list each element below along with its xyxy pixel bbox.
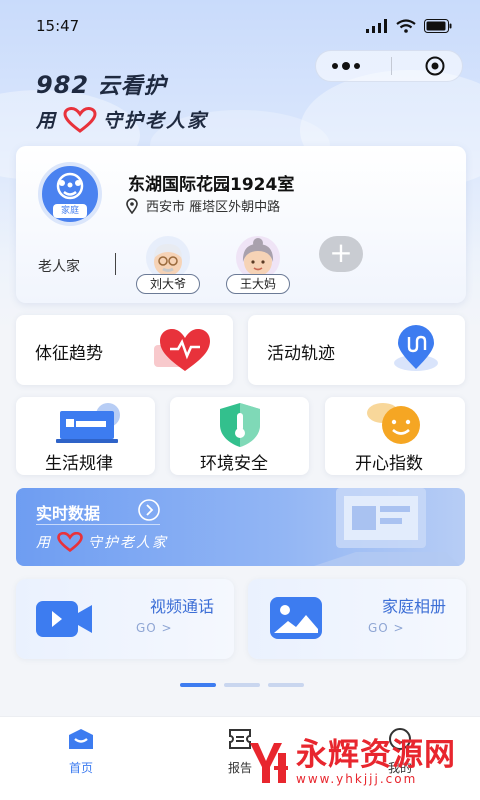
close-target-icon[interactable] [424,55,446,77]
home-title: 东湖国际花园1924室 [128,175,295,195]
video-camera-icon [36,601,92,637]
environment-safety-card[interactable]: 环境安全 [170,397,309,475]
realtime-data-banner[interactable]: 实时数据 用 守护老人家 [16,488,465,566]
heart-outline-icon [63,106,97,133]
arrow-right-circle-icon[interactable] [137,498,161,522]
elder-name: 王大妈 [226,274,290,294]
brand-slogan: 用 守护老人家 [36,106,208,133]
video-call-go[interactable]: GO > [136,621,173,635]
tab-home-label: 首页 [68,761,93,775]
video-call-title: 视频通话 [149,597,214,616]
heart-pulse-icon [154,329,210,371]
pager-indicator [180,683,304,687]
pager-dot[interactable] [180,683,216,687]
monitor-illustration-icon [314,488,460,566]
vitals-trend-label: 体征趋势 [35,344,103,364]
wifi-icon [396,19,416,33]
video-call-card[interactable]: 视频通话 GO > [16,579,234,659]
life-pattern-label: 生活规律 [45,454,113,474]
watermark-logo-icon [250,743,288,783]
home-icon [69,729,93,749]
realtime-title: 实时数据 [36,504,101,523]
miniprogram-capsule [315,50,463,82]
family-album-go[interactable]: GO > [368,621,405,635]
realtime-slogan: 用 守护老人家 [36,532,168,552]
heart-outline-icon [57,532,83,552]
route-pin-icon [394,325,438,371]
brand-name: 982 云看护 [36,71,167,99]
activity-track-label: 活动轨迹 [267,344,335,364]
signal-icon [366,19,387,33]
realtime-divider [36,524,160,525]
elders-label: 老人家 [38,259,80,275]
family-badge: 家庭 [38,162,102,226]
elder-wang[interactable]: 王大妈 [226,236,290,294]
vitals-trend-card[interactable]: 体征趋势 [16,315,233,385]
family-album-card[interactable]: 家庭相册 GO > [248,579,466,659]
location-pin-icon [126,197,138,214]
watermark-url: www.yhkjjj.com [296,772,418,786]
photo-album-icon [270,597,322,639]
happiness-index-label: 开心指数 [355,454,423,474]
add-elder-button[interactable]: + [319,236,363,272]
home-address: 西安市 雁塔区外朝中路 [126,196,280,215]
elders-divider [115,253,116,275]
pager-dot[interactable] [268,683,304,687]
brand: 982 云看护 用 守护老人家 [36,68,208,133]
battery-icon [424,19,452,33]
thermometer-shield-icon [220,403,260,447]
status-time: 15:47 [36,17,80,35]
environment-safety-label: 环境安全 [200,454,268,474]
bed-icon [56,403,120,443]
home-card[interactable]: 家庭 东湖国际花园1924室 西安市 雁塔区外朝中路 老人家 刘大爷 王大妈 + [16,146,466,303]
elder-name: 刘大爷 [136,274,200,294]
more-icon[interactable] [331,61,360,70]
happiness-index-card[interactable]: 开心指数 [325,397,465,475]
family-album-title: 家庭相册 [381,597,446,616]
activity-track-card[interactable]: 活动轨迹 [248,315,465,385]
watermark: 永辉资源网 www.yhkjjj.com [248,738,456,786]
family-tag: 家庭 [53,204,87,218]
tab-home[interactable]: 首页 [41,727,121,776]
elder-liu[interactable]: 刘大爷 [136,236,200,294]
life-pattern-card[interactable]: 生活规律 [16,397,155,475]
pager-dot[interactable] [224,683,260,687]
smile-icon [367,403,420,444]
status-bar: 15:47 [0,0,480,52]
watermark-text: 永辉资源网 [296,737,456,773]
